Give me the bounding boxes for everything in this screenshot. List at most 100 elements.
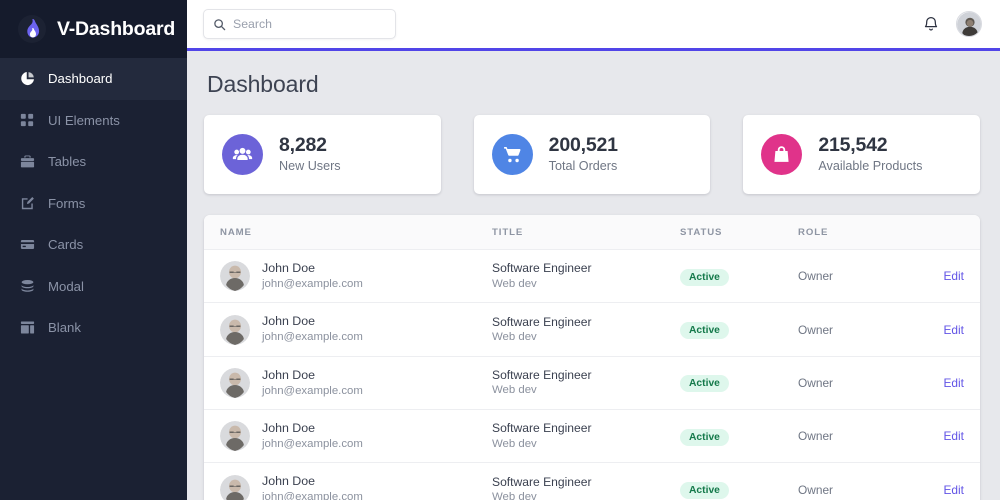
sidebar-item-ui-elements[interactable]: UI Elements xyxy=(0,100,187,142)
cell-role: Owner xyxy=(798,249,928,304)
bell-icon[interactable] xyxy=(921,14,941,34)
stat-value: 215,542 xyxy=(818,134,888,157)
sidebar-item-modal[interactable]: Modal xyxy=(0,266,187,308)
role-value: Owner xyxy=(798,375,834,390)
avatar xyxy=(220,474,250,500)
edit-link[interactable]: Edit xyxy=(944,376,981,390)
layout-icon xyxy=(19,320,35,336)
cell-title: Software Engineer Web dev xyxy=(492,356,680,411)
department: Web dev xyxy=(492,491,537,500)
cell-title: Software Engineer Web dev xyxy=(492,409,680,464)
job-title: Software Engineer xyxy=(492,367,592,382)
sidebar-item-label: Forms xyxy=(48,195,86,211)
status-badge: Active xyxy=(680,322,729,340)
edit-link[interactable]: Edit xyxy=(944,483,981,497)
avatar xyxy=(220,421,250,452)
avatar xyxy=(220,367,250,398)
person-name: John Doe xyxy=(262,421,316,436)
role-value: Owner xyxy=(798,322,834,337)
person-name: John Doe xyxy=(262,367,316,382)
person: John Doe john@example.com xyxy=(220,420,492,452)
person-name: John Doe xyxy=(262,314,316,329)
users-icon xyxy=(222,134,263,175)
sidebar-item-cards[interactable]: Cards xyxy=(0,224,187,266)
status-badge: Active xyxy=(680,268,729,286)
sidebar-item-blank[interactable]: Blank xyxy=(0,307,187,349)
main-area: Dashboard 8,28 xyxy=(187,0,1000,500)
sidebar-item-label: Dashboard xyxy=(48,71,113,87)
cell-status: Active xyxy=(680,249,798,304)
brand-title: V-Dashboard xyxy=(57,17,176,40)
column-header-status: STATUS xyxy=(680,215,798,250)
cell-role: Owner xyxy=(798,462,928,500)
edit-square-icon xyxy=(19,195,35,211)
stat-text: 8,282 New Users xyxy=(279,134,341,174)
cell-actions: Edit xyxy=(928,356,981,411)
content-area: Dashboard 8,282 New Users 200,521 Total … xyxy=(187,51,1000,500)
sidebar-item-dashboard[interactable]: Dashboard xyxy=(0,58,187,100)
role-value: Owner xyxy=(798,269,834,284)
department: Web dev xyxy=(492,331,537,343)
cell-name: John Doe john@example.com xyxy=(204,409,492,464)
topbar xyxy=(187,0,1000,51)
cell-status: Active xyxy=(680,462,798,500)
briefcase-icon xyxy=(19,154,35,170)
person-text: John Doe john@example.com xyxy=(262,473,363,500)
pie-chart-icon xyxy=(19,71,35,87)
column-header-name: NAME xyxy=(204,215,492,250)
person-name: John Doe xyxy=(262,474,316,489)
edit-link[interactable]: Edit xyxy=(944,429,981,443)
users-table-card: NAME TITLE STATUS ROLE John Doe john@exa… xyxy=(204,215,980,500)
avatar[interactable] xyxy=(956,11,982,37)
cell-role: Owner xyxy=(798,409,928,464)
cell-title: Software Engineer Web dev xyxy=(492,249,680,304)
person-text: John Doe john@example.com xyxy=(262,367,363,399)
stat-value: 8,282 xyxy=(279,134,327,157)
cell-actions: Edit xyxy=(928,462,981,500)
cell-actions: Edit xyxy=(928,302,981,357)
cell-actions: Edit xyxy=(928,409,981,464)
sidebar-item-forms[interactable]: Forms xyxy=(0,183,187,225)
sidebar-item-label: UI Elements xyxy=(48,112,120,128)
avatar xyxy=(220,261,250,292)
stat-card-total-orders: 200,521 Total Orders xyxy=(473,115,711,194)
person-email: john@example.com xyxy=(262,384,363,397)
search-input[interactable] xyxy=(233,17,386,31)
person: John Doe john@example.com xyxy=(220,313,492,345)
person-text: John Doe john@example.com xyxy=(262,420,363,452)
column-header-actions xyxy=(928,215,980,250)
cell-status: Active xyxy=(680,356,798,411)
sidebar-item-label: Cards xyxy=(48,237,84,253)
person-name: John Doe xyxy=(262,261,316,275)
person-email: john@example.com xyxy=(262,331,363,344)
department: Web dev xyxy=(492,384,537,397)
column-header-title: TITLE xyxy=(492,215,680,250)
role-value: Owner xyxy=(798,429,834,444)
stat-label: Available Products xyxy=(818,159,923,174)
search-box[interactable] xyxy=(203,9,396,39)
cell-name: John Doe john@example.com xyxy=(204,356,492,411)
sidebar-item-label: Tables xyxy=(48,154,87,170)
edit-link[interactable]: Edit xyxy=(944,323,981,337)
cell-title: Software Engineer Web dev xyxy=(492,302,680,357)
sidebar-item-tables[interactable]: Tables xyxy=(0,141,187,183)
stat-text: 200,521 Total Orders xyxy=(549,134,618,174)
sidebar-item-label: Blank xyxy=(48,320,81,336)
topbar-actions xyxy=(921,11,982,37)
table-row: John Doe john@example.com Software Engin… xyxy=(204,409,981,464)
person-email: john@example.com xyxy=(262,277,363,290)
stat-card-new-users: 8,282 New Users xyxy=(204,115,441,194)
avatar xyxy=(220,314,250,345)
job-title: Software Engineer xyxy=(492,261,592,276)
edit-link[interactable]: Edit xyxy=(944,269,981,283)
sidebar-item-label: Modal xyxy=(48,278,84,294)
stat-label: New Users xyxy=(279,159,341,174)
person: John Doe john@example.com xyxy=(220,367,492,399)
cell-role: Owner xyxy=(798,356,928,411)
table-header-row: NAME TITLE STATUS ROLE xyxy=(204,215,980,250)
status-badge: Active xyxy=(680,375,729,393)
page-title: Dashboard xyxy=(207,71,319,97)
stat-label: Total Orders xyxy=(548,159,618,174)
layers-icon xyxy=(19,278,35,294)
brand[interactable]: V-Dashboard xyxy=(0,0,187,58)
